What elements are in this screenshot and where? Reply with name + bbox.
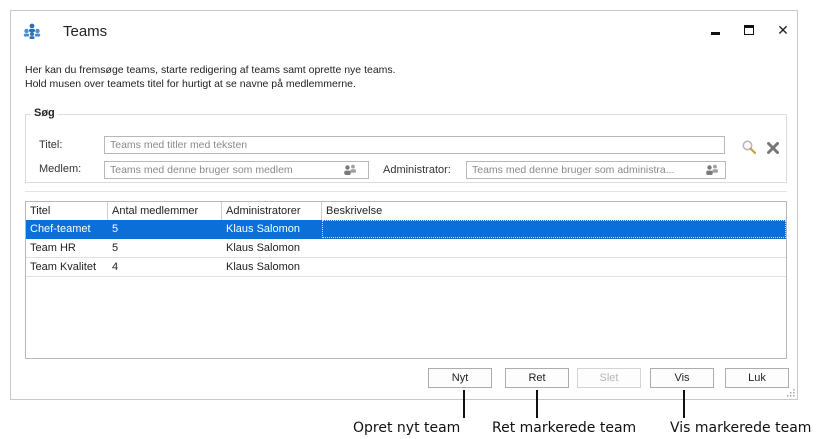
member-label: Medlem: <box>39 163 82 175</box>
admin-placeholder: Teams med denne bruger som administra... <box>472 164 675 176</box>
column-header-administratorer[interactable]: Administratorer <box>222 202 322 220</box>
grid-header: Titel Antal medlemmer Administratorer Be… <box>26 202 786 221</box>
teams-window: Teams ✕ Her kan du fremsøge teams, start… <box>10 10 798 400</box>
admin-label: Administrator: <box>383 164 451 176</box>
new-team-button[interactable]: Nyt <box>428 368 492 388</box>
callout-line-vis <box>683 390 685 418</box>
cell-admin: Klaus Salomon <box>226 223 300 235</box>
member-placeholder: Teams med denne bruger som medlem <box>110 164 293 176</box>
divider <box>25 191 787 192</box>
callout-view-team: Vis markerede team <box>670 420 812 436</box>
close-dialog-button[interactable]: Luk <box>725 368 789 388</box>
close-button[interactable]: ✕ <box>771 19 795 41</box>
description: Her kan du fremsøge teams, starte redige… <box>25 63 396 91</box>
cell-titel: Chef-teamet <box>30 223 91 235</box>
title-label: Titel: <box>39 139 63 151</box>
column-header-antal[interactable]: Antal medlemmer <box>108 202 222 220</box>
admin-search-input[interactable]: Teams med denne bruger som administra... <box>466 161 726 179</box>
maximize-icon <box>744 25 754 36</box>
description-line: Her kan du fremsøge teams, starte redige… <box>25 64 396 76</box>
table-row[interactable]: Chef-teamet 5 Klaus Salomon <box>26 220 786 239</box>
minimize-icon <box>710 31 720 35</box>
description-line: Hold musen over teamets titel for hurtig… <box>25 78 356 90</box>
cell-beskrivelse <box>322 258 786 276</box>
maximize-button[interactable] <box>737 19 761 41</box>
resize-grip-icon[interactable] <box>787 389 795 397</box>
search-icon[interactable] <box>741 139 757 155</box>
cell-antal: 5 <box>112 223 119 235</box>
title-bar: Teams ✕ <box>11 11 797 49</box>
callout-line-nyt <box>463 390 465 418</box>
search-legend: Søg <box>31 107 58 119</box>
table-row[interactable]: Team HR 5 Klaus Salomon <box>26 239 786 258</box>
user-picker-icon[interactable] <box>343 164 357 176</box>
column-header-titel[interactable]: Titel <box>26 202 108 220</box>
edit-team-button[interactable]: Ret <box>505 368 569 388</box>
cell-admin: Klaus Salomon <box>226 261 300 273</box>
search-group: Søg Titel: Teams med titler med teksten … <box>25 107 787 183</box>
callout-line-ret <box>536 390 538 418</box>
teams-grid: Titel Antal medlemmer Administratorer Be… <box>25 201 787 359</box>
close-icon: ✕ <box>777 22 789 38</box>
delete-team-button[interactable]: Slet <box>577 368 641 388</box>
cell-titel: Team Kvalitet <box>30 261 97 273</box>
column-header-beskrivelse[interactable]: Beskrivelse <box>322 202 622 220</box>
user-picker-icon[interactable] <box>705 164 719 176</box>
title-search-input[interactable]: Teams med titler med teksten <box>104 136 725 154</box>
callout-edit-team: Ret markerede team <box>492 420 637 436</box>
cell-antal: 4 <box>112 261 119 273</box>
cell-beskrivelse <box>322 239 786 257</box>
callout-new-team: Opret nyt team <box>353 420 461 436</box>
cell-beskrivelse <box>322 220 786 238</box>
member-search-input[interactable]: Teams med denne bruger som medlem <box>104 161 369 179</box>
cell-admin: Klaus Salomon <box>226 242 300 254</box>
cell-titel: Team HR <box>30 242 76 254</box>
minimize-button[interactable] <box>703 19 727 41</box>
clear-icon[interactable] <box>765 140 781 156</box>
table-row[interactable]: Team Kvalitet 4 Klaus Salomon <box>26 258 786 277</box>
view-team-button[interactable]: Vis <box>650 368 714 388</box>
teams-icon <box>23 23 41 39</box>
cell-antal: 5 <box>112 242 119 254</box>
window-title: Teams <box>63 23 108 40</box>
